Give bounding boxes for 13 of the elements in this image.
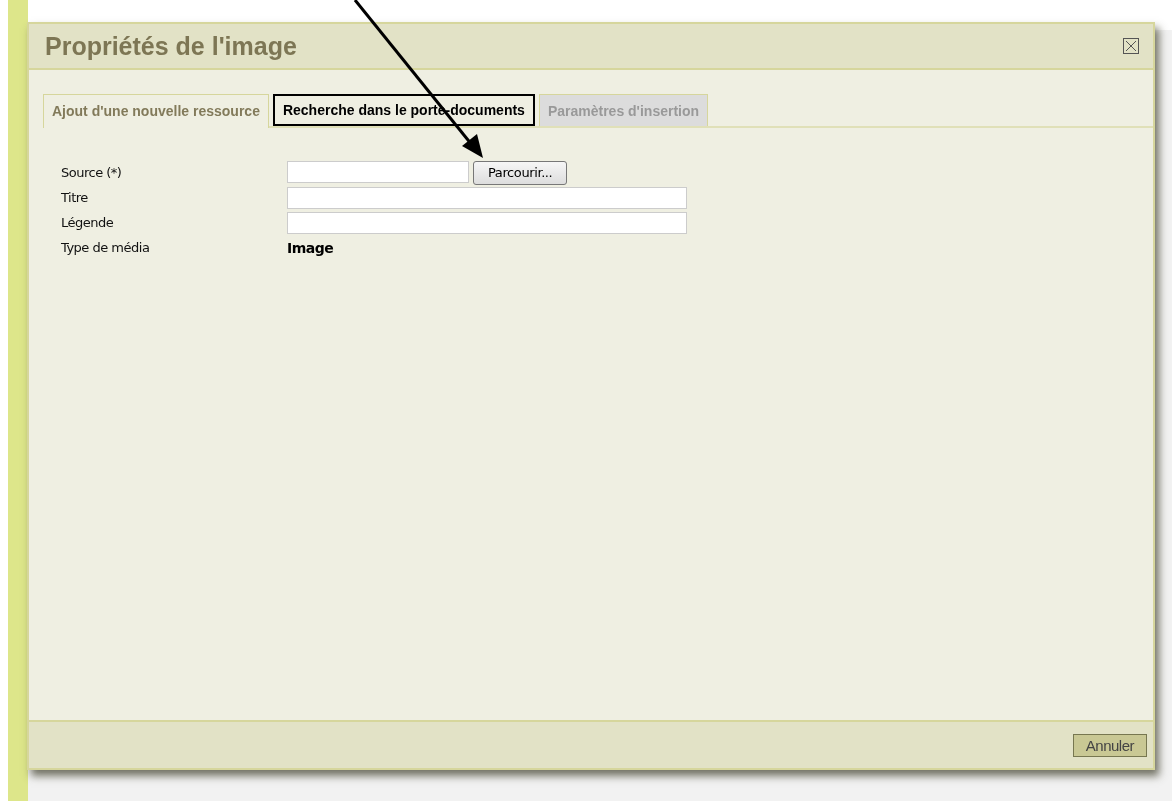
media-type-value: Image (287, 239, 334, 256)
dialog-title: Propriétés de l'image (45, 31, 298, 61)
file-path-field[interactable] (287, 160, 469, 183)
tab[interactable]: Ajout d'une nouvelle ressource (43, 94, 269, 128)
field-label: Titre (61, 190, 89, 205)
field-label: Légende (61, 215, 115, 230)
text-field[interactable] (287, 186, 687, 209)
browse-button[interactable]: Parcourir... (473, 160, 568, 185)
cancel-button[interactable]: Annuler (1072, 733, 1147, 757)
field-label: Source (*) (61, 165, 123, 180)
close-icon[interactable] (1123, 38, 1139, 54)
text-field[interactable] (287, 211, 687, 234)
field-label: Type de média (61, 240, 151, 255)
